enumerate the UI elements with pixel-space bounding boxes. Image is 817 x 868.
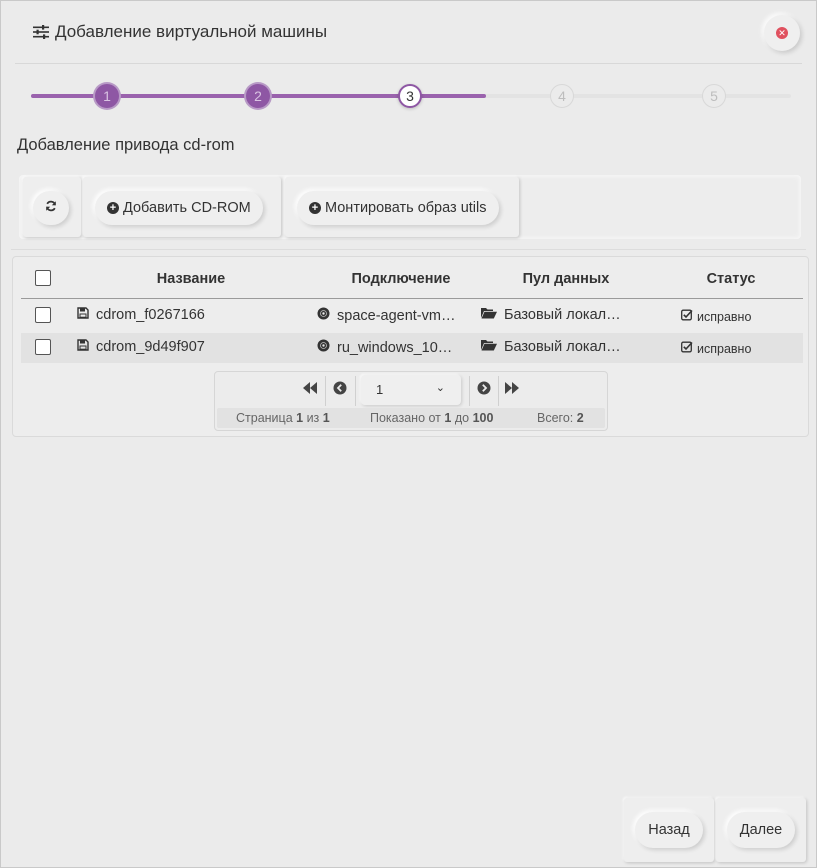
check-square-icon [681,341,693,356]
status-text: исправно [697,341,752,356]
step-3[interactable]: 3 [398,84,422,108]
chevron-down-icon: ⌄ [435,382,445,394]
shown-range: Показано от 1 до 100 [370,411,494,425]
chevron-circle-right-icon [477,381,491,400]
toolbar-cell-refresh [23,177,81,237]
step-4[interactable]: 4 [550,84,574,108]
connection-cell: ru_windows_10… [317,339,452,356]
refresh-button[interactable] [33,191,69,225]
pool-cell: Базовый локал… [481,339,621,355]
disc-icon [317,339,330,356]
plus-circle-icon: + [309,202,321,214]
toolbar-cell-add: + Добавить CD-ROM [83,177,281,237]
select-all-checkbox[interactable] [35,270,51,286]
connection-link[interactable]: ru_windows_10… [337,340,452,356]
step-5[interactable]: 5 [702,84,726,108]
prev-page-button[interactable] [329,378,351,402]
connection-link[interactable]: space-agent-vm… [337,308,455,324]
add-cdrom-label: Добавить CD-ROM [123,200,251,216]
mount-utils-button[interactable]: + Монтировать образ utils [297,191,499,225]
floppy-disk-icon [77,339,89,355]
cdrom-name: cdrom_9d49f907 [96,339,205,355]
next-page-button[interactable] [473,378,495,402]
wizard-stepper: 1 2 3 4 5 [31,81,791,111]
disc-icon [317,307,330,324]
dialog-title: Добавление виртуальной машины [55,22,328,41]
toolbar: + Добавить CD-ROM + Монтировать образ ut… [19,175,801,239]
folder-open-icon [481,307,497,323]
cdrom-name: cdrom_f0267166 [96,307,205,323]
page-select[interactable]: 1 ⌄ [361,375,461,405]
column-header-pool[interactable]: Пул данных [486,271,646,287]
page-indicator: Страница 1 из 1 [236,411,330,425]
pager-divider [498,376,499,406]
floppy-disk-icon [77,307,89,323]
column-header-connection[interactable]: Подключение [326,271,476,287]
dialog-title-wrap: Добавление виртуальной машины [33,22,327,42]
cdrom-table-panel: Название Подключение Пул данных Статус c… [12,256,809,437]
dialog-header: Добавление виртуальной машины ✕ [1,1,816,63]
back-button[interactable]: Назад [635,812,703,848]
row-checkbox[interactable] [35,339,51,355]
pager-divider [355,376,356,406]
mount-utils-label: Монтировать образ utils [325,200,487,216]
table-row[interactable]: cdrom_9d49f907 ru_windows_10… Базовый ло… [21,333,803,363]
total-count: Всего: 2 [537,411,584,425]
pagination-info: Страница 1 из 1 Показано от 1 до 100 Все… [217,408,605,428]
footer-cell-back: Назад [624,798,714,862]
refresh-icon [45,199,57,217]
folder-open-icon [481,339,497,355]
close-button[interactable]: ✕ [764,15,800,51]
check-square-icon [681,309,693,324]
pager-divider [325,376,326,406]
last-page-button[interactable] [501,378,523,402]
footer-cell-next: Далее [716,798,806,862]
status-cell: исправно [681,341,751,356]
next-button[interactable]: Далее [727,812,795,848]
pagination: 1 ⌄ Страница 1 из 1 Показано от 1 до 100… [214,371,608,431]
first-page-button[interactable] [299,378,321,402]
cdrom-name-cell: cdrom_f0267166 [77,307,205,323]
double-chevron-left-icon [303,381,317,399]
sliders-icon [33,25,49,39]
pool-link[interactable]: Базовый локал… [504,339,621,355]
close-circle-icon: ✕ [776,27,788,39]
pool-cell: Базовый локал… [481,307,621,323]
row-checkbox[interactable] [35,307,51,323]
plus-circle-icon: + [107,202,119,214]
page-select-value: 1 [376,382,384,397]
section-title: Добавление привода cd-rom [17,136,235,154]
toolbar-divider [11,249,806,250]
table-header: Название Подключение Пул данных Статус [21,257,803,299]
column-header-status[interactable]: Статус [676,271,786,287]
chevron-circle-left-icon [333,381,347,400]
pager-divider [469,376,470,406]
status-text: исправно [697,309,752,324]
header-divider [15,63,802,64]
step-1[interactable]: 1 [95,84,119,108]
table-row[interactable]: cdrom_f0267166 space-agent-vm… Базовый л… [21,301,803,331]
double-chevron-right-icon [505,381,519,399]
column-header-name[interactable]: Название [131,271,251,287]
status-cell: исправно [681,309,751,324]
toolbar-cell-mount: + Монтировать образ utils [285,177,519,237]
add-vm-dialog: Добавление виртуальной машины ✕ 1 2 3 4 … [0,0,817,868]
pool-link[interactable]: Базовый локал… [504,307,621,323]
connection-cell: space-agent-vm… [317,307,455,324]
step-2[interactable]: 2 [246,84,270,108]
add-cdrom-button[interactable]: + Добавить CD-ROM [95,191,263,225]
cdrom-name-cell: cdrom_9d49f907 [77,339,205,355]
